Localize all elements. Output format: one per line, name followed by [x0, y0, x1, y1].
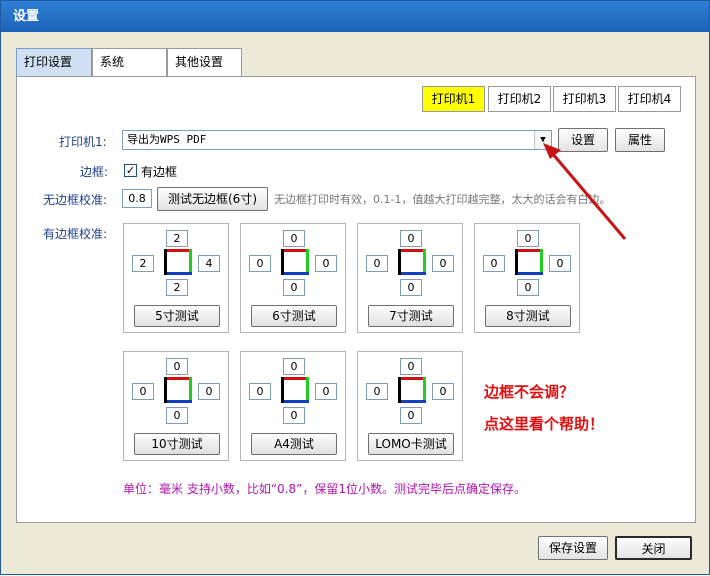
settings-window: 设置 打印设置 系统 其他设置 打印机1 打印机2 打印机3 打印机4 打印机1… — [0, 0, 710, 575]
annotation-arrow-icon — [543, 143, 627, 240]
